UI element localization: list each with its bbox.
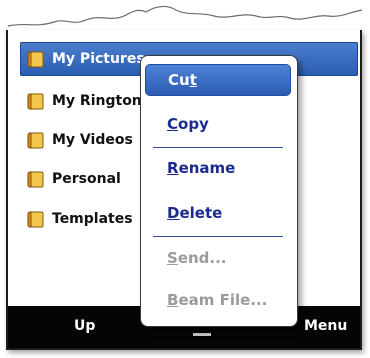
softkey-center-indicator (193, 333, 211, 336)
softkey-up[interactable]: Up (74, 318, 95, 334)
folder-label: Templates (52, 211, 133, 227)
context-menu: Cut Copy Rename Delete Send... Beam File… (140, 55, 298, 327)
folder-icon (27, 93, 44, 110)
menu-separator (153, 236, 283, 237)
accelerator-key: S (167, 249, 178, 267)
folder-icon (27, 171, 44, 188)
menu-item-label: Cut (168, 71, 197, 89)
menu-item-copy[interactable]: Copy (145, 108, 291, 140)
menu-item-send: Send... (145, 242, 291, 274)
folder-label: My Videos (52, 132, 133, 148)
menu-item-rename[interactable]: Rename (145, 152, 291, 184)
folder-label: My Rington (52, 93, 142, 109)
menu-item-label: elete (179, 204, 223, 222)
menu-item-cut[interactable]: Cut (145, 64, 291, 96)
folder-label: My Pictures (52, 51, 145, 67)
menu-item-delete[interactable]: Delete (145, 197, 291, 229)
folder-icon (27, 51, 44, 68)
accelerator-key: D (167, 204, 180, 222)
folder-label: Personal (52, 171, 121, 187)
softkey-menu[interactable]: Menu (304, 318, 347, 334)
menu-item-label: ename (178, 159, 236, 177)
accelerator-key: B (167, 291, 179, 309)
menu-item-label: opy (178, 115, 209, 133)
menu-item-label: end... (177, 249, 227, 267)
folder-icon (27, 211, 44, 228)
menu-item-beam-file: Beam File... (145, 284, 291, 316)
menu-separator (153, 147, 283, 148)
folder-icon (27, 132, 44, 149)
menu-item-label: eam File... (178, 291, 268, 309)
accelerator-key: C (167, 115, 179, 133)
accelerator-key: R (167, 159, 179, 177)
